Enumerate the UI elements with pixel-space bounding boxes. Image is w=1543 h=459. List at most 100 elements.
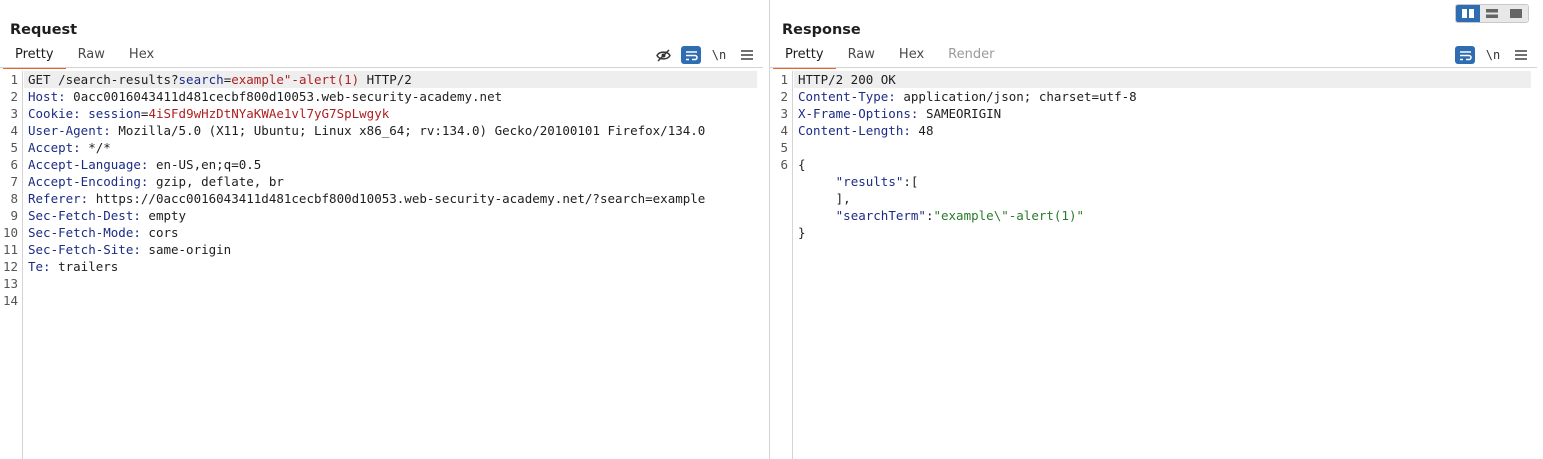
header-value: https://0acc0016043411d481cecbf800d10053…: [88, 191, 706, 206]
empty-line: [24, 292, 757, 309]
header-value: trailers: [50, 259, 119, 274]
query-param-value: example"-alert(1): [231, 72, 360, 87]
json-key: "searchTerm": [835, 208, 926, 223]
wrap-lines-icon[interactable]: [1455, 46, 1475, 64]
response-code: HTTP/2 200 OK Content-Type: application/…: [794, 71, 1531, 241]
json-results-close: ],: [798, 191, 851, 206]
cookie-name: session: [80, 106, 141, 121]
menu-icon[interactable]: [737, 46, 757, 64]
header-line-cookie: Cookie: session=4iSFd9wHzDtNYaKWAe1vl7yG…: [24, 105, 757, 122]
line-number: 4: [10, 123, 18, 138]
header-line-accept: Accept: */*: [24, 139, 757, 156]
header-name: Cookie:: [28, 106, 81, 121]
request-line-gutter: 1 2 3 4 5 6 7 8 9 10 11 12 13 14: [0, 71, 23, 459]
header-value: en-US,en;q=0.5: [148, 157, 262, 172]
json-key: "results": [835, 174, 904, 189]
request-pane: Request Pretty Raw Hex \n 1 2 3 4 5 6 7 …: [0, 0, 769, 459]
split-horizontal-icon[interactable]: [1456, 5, 1480, 22]
request-tab-raw[interactable]: Raw: [66, 44, 117, 68]
header-value: empty: [140, 208, 187, 223]
header-line-referer: Referer: https://0acc0016043411d481cecbf…: [24, 190, 757, 207]
request-line: GET /search-results?search=example"-aler…: [24, 71, 757, 88]
line-number: 6: [10, 157, 18, 172]
header-name: Accept-Language:: [28, 157, 149, 172]
line-number: 1: [780, 72, 788, 87]
line-number: 12: [2, 259, 18, 274]
header-name: Content-Length:: [798, 123, 911, 138]
show-newlines-button[interactable]: \n: [1483, 46, 1503, 64]
header-name: Content-Type:: [798, 89, 896, 104]
response-tab-raw[interactable]: Raw: [836, 44, 887, 68]
response-tabs: Pretty Raw Hex Render: [773, 44, 1006, 69]
single-pane-icon[interactable]: [1504, 5, 1528, 22]
header-value: 0acc0016043411d481cecbf800d10053.web-sec…: [65, 89, 503, 104]
line-number: 5: [780, 140, 788, 155]
line-number: 3: [10, 106, 18, 121]
json-open-brace: {: [798, 157, 806, 172]
line-number: 2: [780, 89, 788, 104]
header-line-sec-fetch-dest: Sec-Fetch-Dest: empty: [24, 207, 757, 224]
response-toolbar: \n: [1455, 45, 1531, 65]
header-line-accept-language: Accept-Language: en-US,en;q=0.5: [24, 156, 757, 173]
header-line-sec-fetch-mode: Sec-Fetch-Mode: cors: [24, 224, 757, 241]
header-name: Sec-Fetch-Site:: [28, 242, 141, 257]
show-newlines-button[interactable]: \n: [709, 46, 729, 64]
line-number: 10: [2, 225, 18, 240]
split-vertical-icon[interactable]: [1480, 5, 1504, 22]
response-tab-pretty[interactable]: Pretty: [773, 44, 836, 69]
header-line-sec-fetch-site: Sec-Fetch-Site: same-origin: [24, 241, 757, 258]
line-number: 9: [10, 208, 18, 223]
line-number: 7: [10, 174, 18, 189]
header-line-content-type: Content-Type: application/json; charset=…: [794, 88, 1531, 105]
response-tab-render[interactable]: Render: [936, 44, 1006, 68]
header-name: Te:: [28, 259, 51, 274]
json-results-line: "results":[: [794, 173, 1531, 190]
header-line-accept-encoding: Accept-Encoding: gzip, deflate, br: [24, 173, 757, 190]
hide-nonprintable-icon[interactable]: [653, 46, 673, 64]
line-number: 5: [10, 140, 18, 155]
request-tab-divider: [0, 67, 763, 68]
header-line-te: Te: trailers: [24, 258, 757, 275]
query-param-name: search: [178, 72, 224, 87]
line-number: 14: [2, 293, 18, 308]
header-line-content-length: Content-Length: 48: [794, 122, 1531, 139]
menu-icon[interactable]: [1511, 46, 1531, 64]
response-editor[interactable]: 1 2 3 4 5 6 HTTP/2 200 OK Content-Type: …: [770, 71, 1543, 459]
request-code: GET /search-results?search=example"-aler…: [24, 71, 757, 309]
line-number: 6: [780, 157, 788, 172]
response-tab-hex[interactable]: Hex: [887, 44, 936, 68]
response-tab-divider: [770, 67, 1537, 68]
http-protocol: HTTP/2: [359, 72, 412, 87]
request-toolbar: \n: [653, 45, 757, 65]
line-number: 11: [2, 242, 18, 257]
line-number: 1: [10, 72, 18, 87]
request-tab-pretty[interactable]: Pretty: [3, 44, 66, 69]
header-value: 48: [910, 123, 934, 138]
header-value: application/json; charset=utf-8: [895, 89, 1137, 104]
request-title: Request: [10, 22, 78, 38]
header-name: X-Frame-Options:: [798, 106, 919, 121]
empty-line: [794, 139, 1531, 156]
json-punct: :[: [903, 174, 919, 189]
line-number: 2: [10, 89, 18, 104]
header-name: Sec-Fetch-Dest:: [28, 208, 141, 223]
response-title: Response: [782, 22, 861, 38]
request-tab-hex[interactable]: Hex: [117, 44, 166, 68]
status-line: HTTP/2 200 OK: [794, 71, 1531, 88]
header-name: User-Agent:: [28, 123, 111, 138]
header-value: cors: [140, 225, 179, 240]
header-name: Referer:: [28, 191, 89, 206]
response-pane: Response Pretty Raw Hex Render \n 1 2 3: [770, 0, 1543, 459]
header-value: SAMEORIGIN: [918, 106, 1002, 121]
cookie-value: 4iSFd9wHzDtNYaKWAe1vl7yG7SpLwgyk: [148, 106, 390, 121]
json-searchterm-line: "searchTerm":"example\"-alert(1)": [794, 207, 1531, 224]
header-line-x-frame-options: X-Frame-Options: SAMEORIGIN: [794, 105, 1531, 122]
request-editor[interactable]: 1 2 3 4 5 6 7 8 9 10 11 12 13 14 GET /se…: [0, 71, 769, 459]
line-number: 8: [10, 191, 18, 206]
header-line-user-agent: User-Agent: Mozilla/5.0 (X11; Ubuntu; Li…: [24, 122, 757, 139]
request-path: /search-results?: [58, 72, 179, 87]
wrap-lines-icon[interactable]: [681, 46, 701, 64]
empty-line: [24, 275, 757, 292]
